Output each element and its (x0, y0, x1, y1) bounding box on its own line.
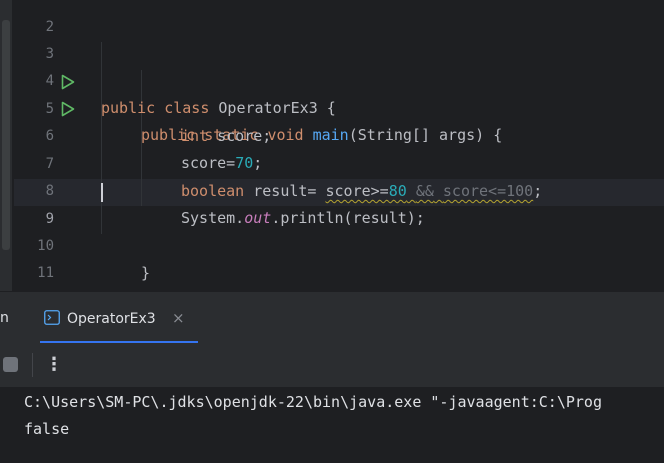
close-icon[interactable]: × (172, 309, 185, 327)
tool-window-title: n (0, 310, 9, 326)
code-line-current: 9 (0, 179, 664, 227)
code-line: 10 } (0, 206, 664, 282)
code-line: 8 System.out.println(result); (0, 151, 664, 227)
code-line: 12 (0, 261, 664, 288)
code-line: 7 boolean result= score>=80 && score<=10… (0, 124, 664, 200)
code-line: 4 public static void main(String[] args)… (0, 41, 664, 144)
more-options-icon[interactable]: ⋮ (45, 354, 63, 376)
code-editor[interactable]: 2 3 public class OperatorEx3 { 4 public … (0, 0, 664, 291)
tab-operatorex3[interactable]: OperatorEx3 × (40, 292, 198, 344)
run-tool-window-header: n OperatorEx3 × (0, 291, 664, 344)
console-result-line: false (24, 420, 70, 438)
code-line: 5 int score; (0, 69, 664, 145)
code-line: 2 (0, 0, 664, 35)
console-output[interactable]: C:\Users\SM-PC\.jdks\openjdk-22\bin\java… (0, 387, 664, 463)
stop-icon[interactable] (3, 357, 18, 372)
run-main-icon[interactable] (61, 47, 75, 117)
console-command-line: C:\Users\SM-PC\.jdks\openjdk-22\bin\java… (24, 393, 602, 411)
run-class-icon[interactable] (61, 20, 75, 90)
code-line: 11 } (0, 233, 664, 281)
code-line: 3 public class OperatorEx3 { (0, 14, 664, 117)
code-line: 6 score=70; (0, 96, 664, 172)
tab-label: OperatorEx3 (67, 311, 156, 327)
text-caret (101, 183, 103, 202)
toolbar-separator (32, 353, 33, 377)
run-toolbar: ⋮ (0, 343, 664, 387)
console-icon (44, 310, 60, 325)
